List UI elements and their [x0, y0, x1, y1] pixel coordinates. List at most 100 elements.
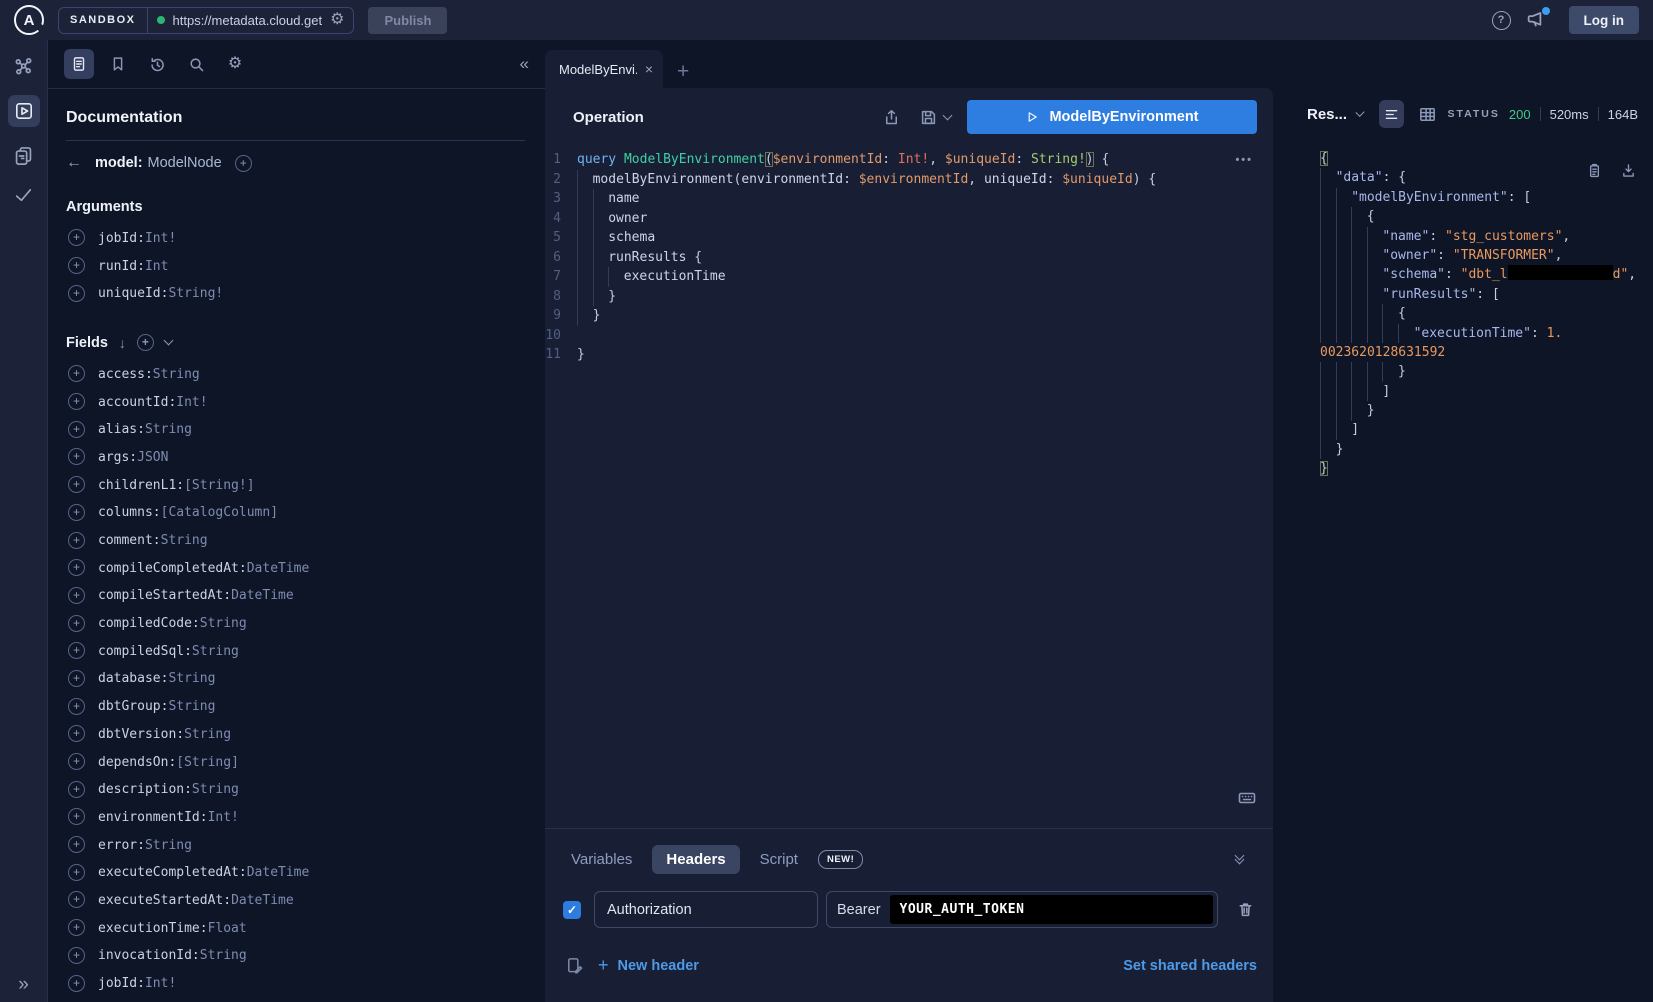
search-icon[interactable]: [181, 49, 211, 79]
save-options-chevron-icon[interactable]: [943, 110, 953, 120]
field-name: error:: [98, 838, 145, 853]
explorer-operations-icon[interactable]: [8, 95, 40, 127]
field-text: compileCompletedAt:DateTime: [98, 559, 309, 577]
publish-button[interactable]: Publish: [368, 7, 447, 34]
add-model-icon[interactable]: [235, 155, 252, 172]
close-tab-icon[interactable]: [645, 61, 653, 77]
endpoint-url-section[interactable]: https://metadata.cloud.get: [148, 12, 354, 28]
add-field-icon[interactable]: [68, 476, 85, 493]
save-operation-icon[interactable]: [919, 108, 938, 127]
add-field-icon[interactable]: [68, 615, 85, 632]
add-field-icon[interactable]: [68, 504, 85, 521]
add-field-icon[interactable]: [68, 725, 85, 742]
help-icon[interactable]: [1492, 11, 1511, 30]
add-field-icon[interactable]: [68, 975, 85, 992]
sort-fields-icon[interactable]: [119, 335, 126, 351]
doc-panel-content: Documentation model:ModelNode Arguments …: [48, 89, 545, 997]
history-icon[interactable]: [142, 49, 172, 79]
back-arrow-icon[interactable]: [66, 154, 82, 172]
formatted-view-toggle-icon[interactable]: [1379, 100, 1404, 128]
argument-name: jobId:: [98, 231, 145, 246]
documentation-tab-icon[interactable]: [64, 49, 94, 79]
add-field-icon[interactable]: [68, 753, 85, 770]
add-field-icon[interactable]: [68, 532, 85, 549]
header-enabled-checkbox[interactable]: [563, 901, 581, 919]
add-field-icon[interactable]: [68, 393, 85, 410]
add-field-icon[interactable]: [68, 448, 85, 465]
add-field-icon[interactable]: [68, 365, 85, 382]
code-line-content: name: [577, 189, 640, 209]
collapse-doc-panel-icon[interactable]: [520, 54, 529, 74]
add-field-icon[interactable]: [68, 670, 85, 687]
response-dropdown-chevron-icon[interactable]: [1355, 107, 1364, 116]
tab-headers[interactable]: Headers: [652, 845, 739, 874]
keyboard-shortcuts-icon[interactable]: [1237, 788, 1257, 808]
new-header-button[interactable]: New header: [598, 955, 699, 976]
code-line-content: modelByEnvironment(environmentId: $envir…: [577, 170, 1156, 190]
query-editor[interactable]: 1 query ModelByEnvironment($environmentI…: [545, 150, 1273, 365]
tab-script[interactable]: Script: [752, 845, 806, 874]
add-field-icon[interactable]: [68, 808, 85, 825]
endpoint-settings-gear-icon[interactable]: [330, 12, 344, 28]
code-line-content: }: [577, 306, 600, 326]
header-key-input[interactable]: [594, 891, 818, 928]
header-presets-icon[interactable]: [565, 956, 584, 975]
response-title[interactable]: Res...: [1307, 106, 1347, 123]
add-field-icon[interactable]: [68, 836, 85, 853]
checklist-icon[interactable]: [13, 184, 34, 205]
bookmark-icon[interactable]: [103, 49, 133, 79]
set-shared-headers-button[interactable]: Set shared headers: [1123, 958, 1257, 974]
add-field-icon[interactable]: [68, 864, 85, 881]
add-field-icon[interactable]: [68, 587, 85, 604]
doc-settings-gear-icon[interactable]: [220, 49, 250, 79]
sandbox-collections-icon[interactable]: [13, 145, 34, 166]
add-field-icon[interactable]: [68, 421, 85, 438]
operation-header: Operation ModelByEnvironment: [545, 88, 1273, 146]
add-field-icon[interactable]: [68, 891, 85, 908]
tab-variables[interactable]: Variables: [563, 845, 640, 874]
header-value-field[interactable]: Bearer YOUR_AUTH_TOKEN: [826, 891, 1218, 928]
field-type: DateTime: [231, 893, 294, 908]
add-field-icon[interactable]: [68, 919, 85, 936]
new-tab-icon[interactable]: [677, 61, 689, 82]
add-all-fields-icon[interactable]: [137, 334, 154, 351]
auth-token-value: YOUR_AUTH_TOKEN: [900, 902, 1025, 917]
auth-token-field[interactable]: YOUR_AUTH_TOKEN: [890, 895, 1213, 924]
field-text: args:JSON: [98, 448, 168, 466]
response-json-line: {: [1320, 304, 1653, 323]
field-name: dbtVersion:: [98, 727, 184, 742]
field-type: String: [153, 367, 200, 382]
copy-response-icon[interactable]: [1586, 162, 1603, 179]
chevron-down-icon[interactable]: [163, 336, 173, 346]
add-argument-icon[interactable]: [68, 257, 85, 274]
add-field-icon[interactable]: [68, 781, 85, 798]
field-name: accountId:: [98, 395, 176, 410]
add-field-icon[interactable]: [68, 642, 85, 659]
collapse-panel-icon[interactable]: [1236, 856, 1253, 863]
add-field-icon[interactable]: [68, 559, 85, 576]
announcements-megaphone-icon[interactable]: [1525, 8, 1549, 32]
add-argument-icon[interactable]: [68, 229, 85, 246]
login-button[interactable]: Log in: [1569, 6, 1640, 34]
delete-header-icon[interactable]: [1236, 900, 1255, 919]
share-operation-icon[interactable]: [882, 108, 901, 127]
field-type: String: [161, 533, 208, 548]
schema-graph-icon[interactable]: [13, 56, 34, 77]
run-operation-button[interactable]: ModelByEnvironment: [967, 100, 1257, 134]
field-text: compiledCode:String: [98, 614, 247, 632]
editor-options-icon[interactable]: [1235, 154, 1253, 166]
endpoint-url[interactable]: https://metadata.cloud.get: [173, 13, 323, 28]
field-row: comment:String: [66, 526, 525, 554]
add-field-icon[interactable]: [68, 947, 85, 964]
operation-tab[interactable]: ModelByEnvi...: [545, 50, 663, 88]
add-argument-icon[interactable]: [68, 285, 85, 302]
response-duration: 520ms: [1550, 107, 1589, 122]
add-field-icon[interactable]: [68, 698, 85, 715]
operation-tab-title[interactable]: ModelByEnvi...: [559, 62, 637, 77]
field-type: Int!: [208, 810, 239, 825]
table-view-toggle-icon[interactable]: [1418, 105, 1437, 124]
download-response-icon[interactable]: [1620, 162, 1637, 179]
field-type: DateTime: [247, 561, 310, 576]
new-feature-badge: NEW!: [818, 850, 863, 869]
expand-rail-icon[interactable]: [0, 974, 47, 996]
